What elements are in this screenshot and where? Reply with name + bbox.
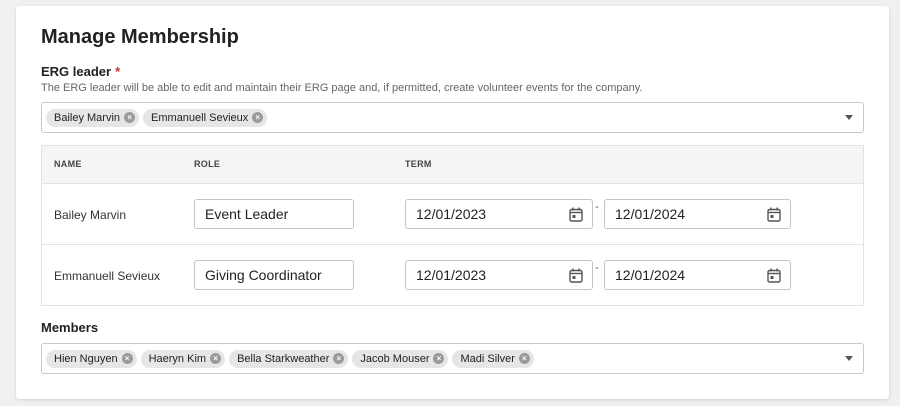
table-row: Bailey Marvin Event Leader 12/01/2023 - … — [42, 184, 863, 245]
member-chip: Jacob Mouser × — [352, 349, 449, 368]
page-title: Manage Membership — [41, 26, 239, 48]
term-separator: - — [595, 201, 599, 213]
leader-name: Emmanuell Sevieux — [54, 269, 161, 283]
term-end-value: 12/01/2024 — [615, 206, 686, 222]
leader-name: Bailey Marvin — [54, 208, 127, 222]
role-input[interactable]: Giving Coordinator — [194, 260, 354, 290]
caret-down-icon[interactable] — [845, 356, 853, 361]
term-start-date-input[interactable]: 12/01/2023 — [405, 260, 593, 290]
chip-label: Haeryn Kim — [148, 352, 207, 365]
calendar-icon[interactable] — [569, 207, 583, 222]
term-end-value: 12/01/2024 — [615, 267, 686, 283]
term-end-date-input[interactable]: 12/01/2024 — [604, 199, 791, 229]
column-header-term: TERM — [405, 159, 432, 169]
caret-down-icon[interactable] — [845, 115, 853, 120]
role-input[interactable]: Event Leader — [194, 199, 354, 229]
chip-label: Jacob Mouser — [360, 352, 430, 365]
term-start-value: 12/01/2023 — [416, 267, 487, 283]
column-header-role: ROLE — [194, 159, 221, 169]
member-chip: Bella Starkweather × — [229, 349, 349, 368]
term-end-date-input[interactable]: 12/01/2024 — [604, 260, 791, 290]
erg-leader-select[interactable]: Bailey Marvin × Emmanuell Sevieux × — [41, 102, 864, 133]
close-circle-icon[interactable]: × — [252, 112, 264, 123]
erg-leader-helper-text: The ERG leader will be able to edit and … — [41, 82, 643, 94]
close-circle-icon[interactable]: × — [333, 353, 345, 364]
chip-label: Bailey Marvin — [54, 111, 121, 124]
chip-label: Madi Silver — [460, 352, 515, 365]
close-circle-icon[interactable]: × — [518, 353, 530, 364]
close-circle-icon[interactable]: × — [124, 112, 136, 123]
close-circle-icon[interactable]: × — [210, 353, 222, 364]
close-circle-icon[interactable]: × — [121, 353, 133, 364]
member-chip: Haeryn Kim × — [140, 349, 226, 368]
member-chip: Hien Nguyen × — [46, 349, 137, 368]
members-select[interactable]: Hien Nguyen × Haeryn Kim × Bella Starkwe… — [41, 343, 864, 374]
members-label: Members — [41, 320, 99, 335]
required-indicator: * — [115, 64, 121, 79]
term-start-date-input[interactable]: 12/01/2023 — [405, 199, 593, 229]
member-chip: Madi Silver × — [452, 349, 534, 368]
calendar-icon[interactable] — [767, 207, 781, 222]
chip-label: Hien Nguyen — [54, 352, 118, 365]
erg-leader-chip: Emmanuell Sevieux × — [143, 108, 268, 127]
manage-membership-card: Manage Membership ERG leader * The ERG le… — [16, 6, 889, 399]
term-separator: - — [595, 262, 599, 274]
chip-label: Bella Starkweather — [237, 352, 330, 365]
leaders-table: NAME ROLE TERM Bailey Marvin Event Leade… — [41, 145, 864, 306]
erg-leader-chip: Bailey Marvin × — [46, 108, 140, 127]
erg-leader-label: ERG leader * — [41, 64, 120, 79]
calendar-icon[interactable] — [767, 268, 781, 283]
column-header-name: NAME — [54, 159, 82, 169]
table-row: Emmanuell Sevieux Giving Coordinator 12/… — [42, 245, 863, 306]
term-start-value: 12/01/2023 — [416, 206, 487, 222]
chip-label: Emmanuell Sevieux — [151, 111, 249, 124]
close-circle-icon[interactable]: × — [433, 353, 445, 364]
table-header: NAME ROLE TERM — [42, 146, 863, 184]
erg-leader-label-text: ERG leader — [41, 64, 112, 79]
calendar-icon[interactable] — [569, 268, 583, 283]
